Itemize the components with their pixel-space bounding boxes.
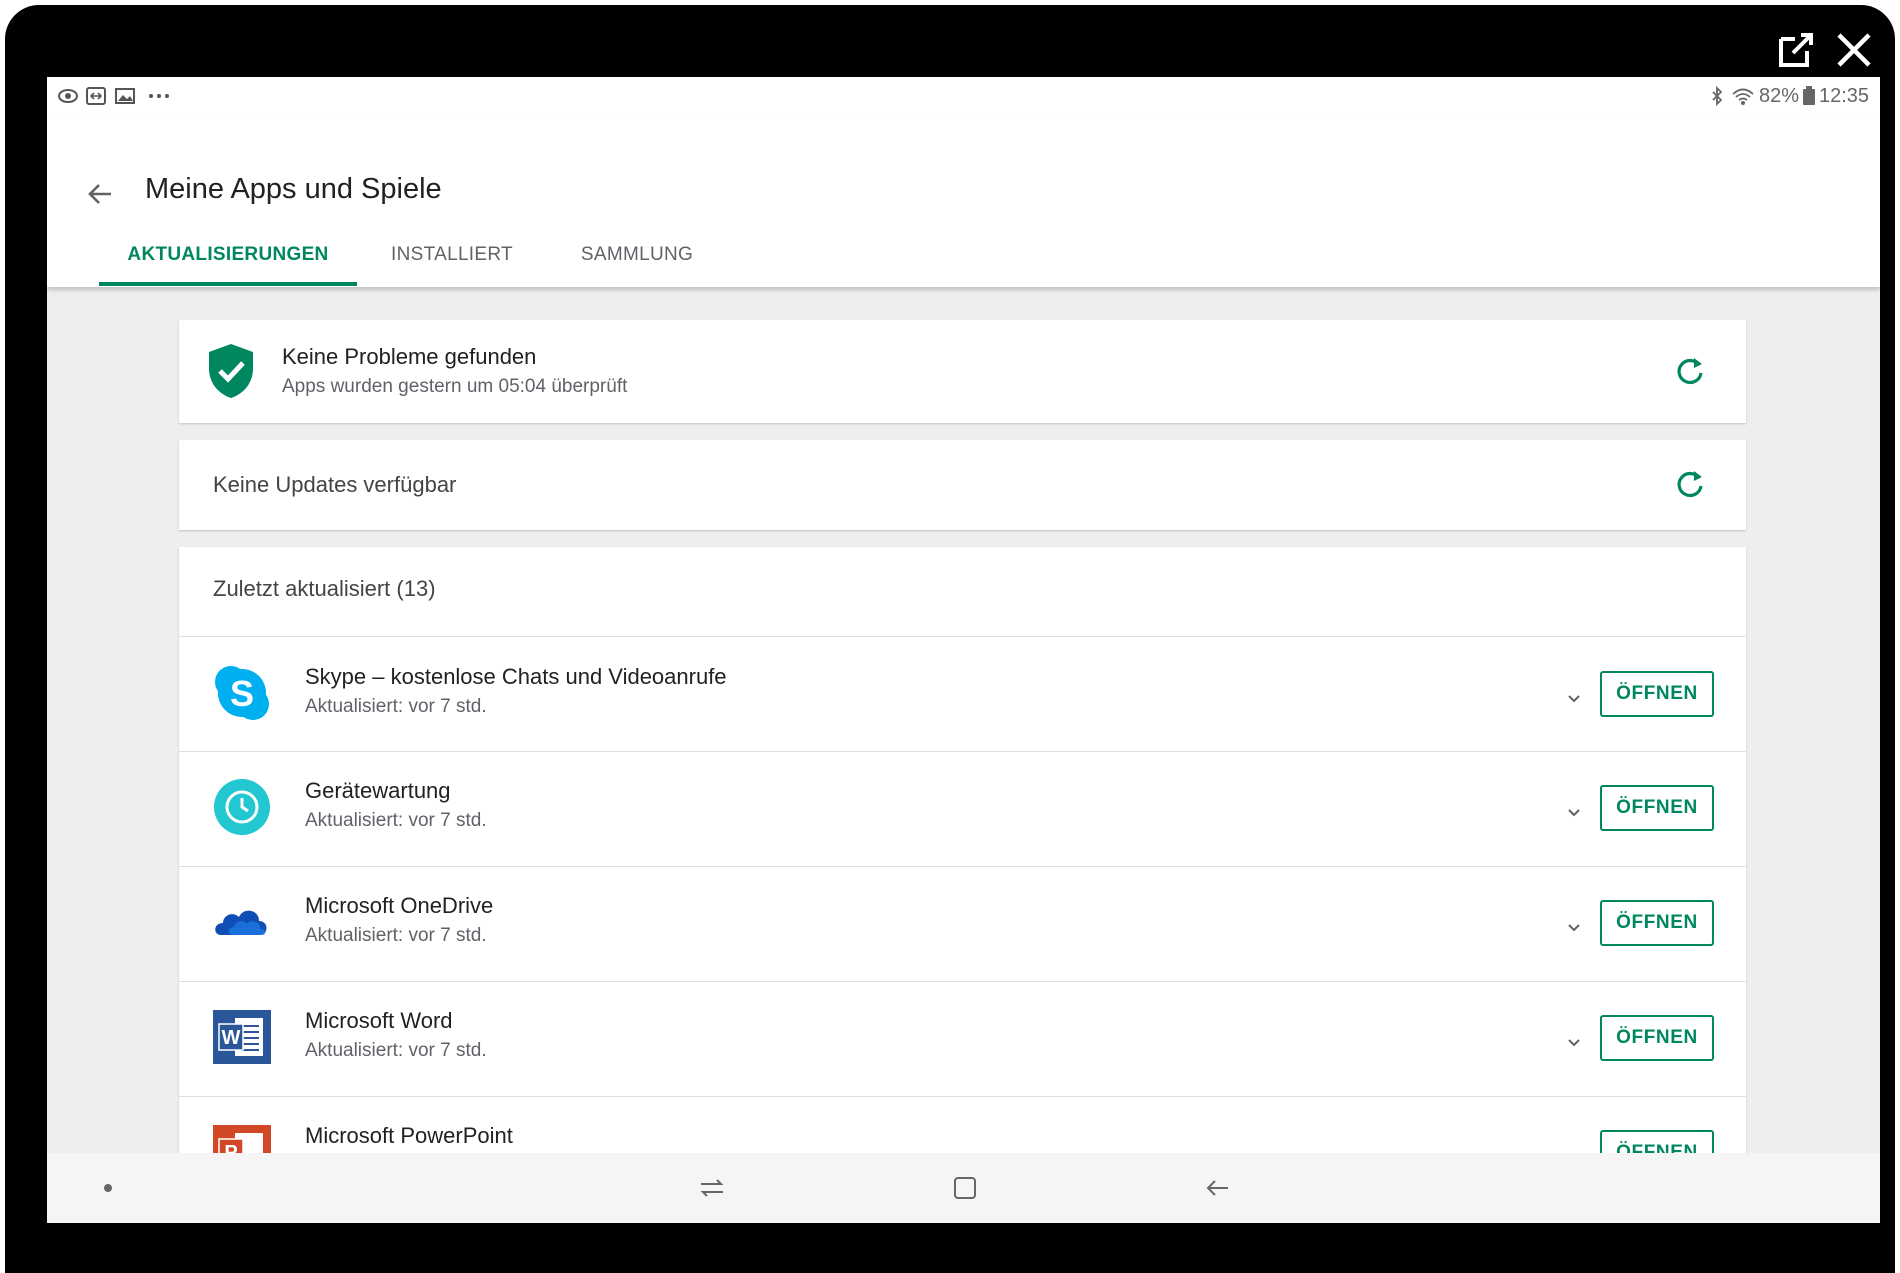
active-tab-indicator xyxy=(99,282,357,286)
open-button[interactable]: ÖFFNEN xyxy=(1600,900,1714,946)
updates-label: Keine Updates verfügbar xyxy=(213,472,457,497)
external-link-icon[interactable] xyxy=(1773,27,1819,73)
status-bar: 82% 12:35 xyxy=(47,77,1880,117)
app-row-geraetewartung[interactable]: Gerätewartung Aktualisiert: vor 7 std. Ö… xyxy=(179,752,1746,866)
image-icon xyxy=(115,88,135,104)
app-status: Aktualisiert: vor 7 std. xyxy=(305,925,487,946)
page-title: Meine Apps und Spiele xyxy=(145,173,442,205)
nav-dot-icon xyxy=(104,1184,112,1192)
app-row-skype[interactable]: S Skype – kostenlose Chats und Videoanru… xyxy=(179,637,1746,751)
battery-icon xyxy=(1803,86,1815,105)
clock: 12:35 xyxy=(1819,85,1870,107)
device-screen: 82% 12:35 Meine Apps und Spiele AKTUALIS… xyxy=(47,77,1880,1223)
navigation-bar xyxy=(47,1153,1880,1223)
open-button[interactable]: ÖFFNEN xyxy=(1600,671,1714,717)
eye-icon xyxy=(58,89,78,103)
more-dots-icon xyxy=(149,94,169,98)
app-row-word[interactable]: W Microsoft Word Aktualisiert: vor 7 std… xyxy=(179,982,1746,1096)
refresh-icon[interactable] xyxy=(1673,354,1707,388)
protect-title: Keine Probleme gefunden xyxy=(282,344,537,369)
app-name: Microsoft Word xyxy=(305,1008,453,1033)
tab-installiert[interactable]: INSTALLIERT xyxy=(382,235,522,287)
app-name: Skype – kostenlose Chats und Videoanrufe xyxy=(305,664,727,689)
app-status: Aktualisiert: vor 7 std. xyxy=(305,810,487,831)
app-name: Microsoft PowerPoint xyxy=(305,1123,513,1148)
back-icon[interactable] xyxy=(1202,1173,1232,1203)
svg-text:W: W xyxy=(222,1027,241,1049)
app-name: Gerätewartung xyxy=(305,778,451,803)
wifi-icon xyxy=(1732,88,1754,105)
protect-subtitle: Apps wurden gestern um 05:04 überprüft xyxy=(282,376,628,397)
tab-sammlung[interactable]: SAMMLUNG xyxy=(567,235,707,287)
screen-mirror-icon xyxy=(86,87,106,105)
shield-check-icon xyxy=(209,344,253,398)
device-care-app-icon xyxy=(214,779,270,835)
chevron-down-icon[interactable] xyxy=(1563,801,1585,823)
home-icon[interactable] xyxy=(950,1173,980,1203)
recently-updated-card: Zuletzt aktualisiert (13) S Skype – kost… xyxy=(179,547,1746,1207)
word-app-icon: W xyxy=(213,1010,271,1064)
app-name: Microsoft OneDrive xyxy=(305,893,494,918)
close-icon[interactable] xyxy=(1831,27,1877,73)
play-protect-card: Keine Probleme gefunden Apps wurden gest… xyxy=(179,320,1746,423)
back-arrow-icon[interactable] xyxy=(79,172,123,216)
app-row-onedrive[interactable]: Microsoft OneDrive Aktualisiert: vor 7 s… xyxy=(179,867,1746,981)
open-button[interactable]: ÖFFNEN xyxy=(1600,1015,1714,1061)
refresh-icon[interactable] xyxy=(1673,467,1707,501)
recent-header: Zuletzt aktualisiert (13) xyxy=(213,576,436,601)
battery-percent: 82% xyxy=(1759,85,1800,107)
onedrive-app-icon xyxy=(215,910,267,935)
bluetooth-icon xyxy=(1712,86,1723,106)
recent-apps-icon[interactable] xyxy=(697,1173,727,1203)
device-frame: 82% 12:35 Meine Apps und Spiele AKTUALIS… xyxy=(5,5,1895,1273)
tab-aktualisierungen[interactable]: AKTUALISIERUNGEN xyxy=(99,235,357,287)
app-status: Aktualisiert: vor 7 std. xyxy=(305,696,487,717)
chevron-down-icon[interactable] xyxy=(1563,687,1585,709)
updates-card: Keine Updates verfügbar xyxy=(179,440,1746,530)
app-bar: Meine Apps und Spiele AKTUALISIERUNGEN I… xyxy=(47,117,1880,287)
chevron-down-icon[interactable] xyxy=(1563,1031,1585,1053)
skype-app-icon: S xyxy=(215,666,269,720)
svg-text:S: S xyxy=(230,673,254,714)
open-button[interactable]: ÖFFNEN xyxy=(1600,785,1714,831)
chevron-down-icon[interactable] xyxy=(1563,916,1585,938)
app-status: Aktualisiert: vor 7 std. xyxy=(305,1040,487,1061)
